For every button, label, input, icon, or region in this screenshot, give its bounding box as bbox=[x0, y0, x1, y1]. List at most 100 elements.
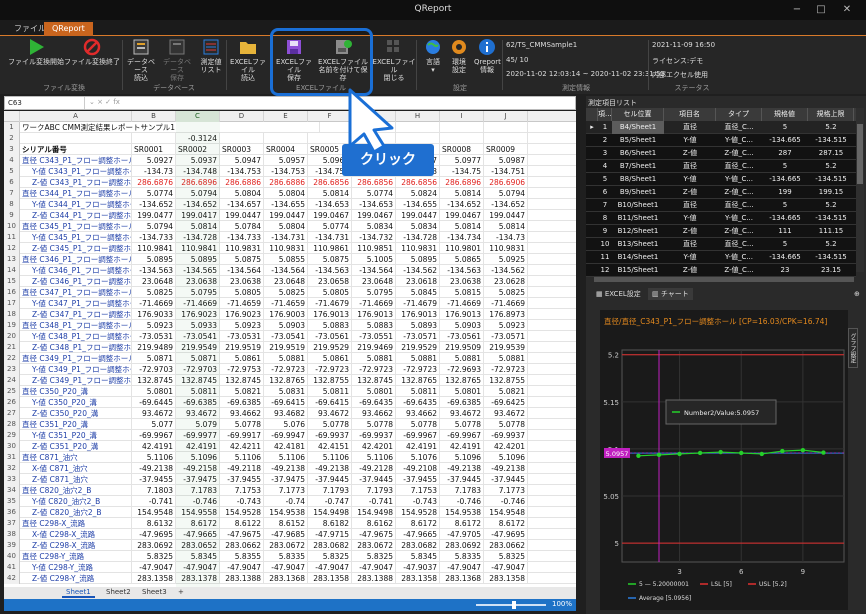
cell[interactable]: -0.3124 bbox=[176, 133, 220, 144]
cell[interactable]: 176.9013 bbox=[308, 309, 352, 320]
cell[interactable]: Z-値 C344_P1_フロー調整ホール bbox=[20, 210, 132, 221]
cell[interactable]: -0.746 bbox=[440, 496, 484, 507]
row-number[interactable]: 32 bbox=[4, 463, 20, 474]
cell[interactable]: 176.9013 bbox=[396, 309, 440, 320]
cell[interactable]: 5.0804 bbox=[220, 188, 264, 199]
cell[interactable]: 5.0824 bbox=[396, 188, 440, 199]
column-header-i[interactable]: I bbox=[440, 111, 484, 122]
cell[interactable]: 5.0937 bbox=[176, 155, 220, 166]
cell[interactable]: 5.0804 bbox=[264, 188, 308, 199]
cell[interactable]: 154.9548 bbox=[132, 507, 176, 518]
row-number[interactable]: 40 bbox=[4, 551, 20, 562]
cell[interactable]: 154.9528 bbox=[396, 507, 440, 518]
cell[interactable] bbox=[20, 133, 132, 144]
cell[interactable]: 110.9831 bbox=[220, 243, 264, 254]
zoom-slider-knob[interactable] bbox=[512, 601, 516, 609]
cell[interactable]: -69.6385 bbox=[440, 397, 484, 408]
cell[interactable]: 5.1076 bbox=[396, 452, 440, 463]
language-button[interactable]: 言語 ▾ bbox=[420, 38, 446, 82]
cell[interactable] bbox=[484, 122, 528, 133]
grid-row[interactable]: 7 B10/Sheet1 直径 直径_C... 5 5.2 bbox=[586, 199, 856, 212]
row-number[interactable]: 3 bbox=[4, 144, 20, 155]
cell[interactable]: -72.9723 bbox=[396, 364, 440, 375]
column-header-a[interactable]: A bbox=[20, 111, 132, 122]
cell[interactable]: 132.8745 bbox=[132, 375, 176, 386]
row-number[interactable]: 29 bbox=[4, 430, 20, 441]
cell[interactable]: 283.1358 bbox=[396, 573, 440, 584]
cell[interactable]: 5.0987 bbox=[484, 155, 528, 166]
row-number[interactable]: 18 bbox=[4, 309, 20, 320]
grid-row[interactable]: 12 B15/Sheet1 Z-値 Z-値_C... 23 23.15 bbox=[586, 264, 856, 277]
cell[interactable] bbox=[484, 133, 528, 144]
cell[interactable]: -0.741 bbox=[352, 496, 396, 507]
cell[interactable]: 5.0774 bbox=[132, 188, 176, 199]
cell[interactable]: 5.0923 bbox=[484, 320, 528, 331]
cell[interactable]: 93.4672 bbox=[308, 408, 352, 419]
cell[interactable]: -69.9967 bbox=[132, 430, 176, 441]
minimize-button[interactable]: − bbox=[786, 2, 808, 18]
cell[interactable]: 5.8325 bbox=[132, 551, 176, 562]
row-number[interactable]: 34 bbox=[4, 485, 20, 496]
cell[interactable]: 23.0618 bbox=[396, 276, 440, 287]
cell[interactable]: 23.0648 bbox=[264, 276, 308, 287]
cell[interactable]: 5.0821 bbox=[484, 386, 528, 397]
cell[interactable]: 5.0947 bbox=[220, 155, 264, 166]
grid-row[interactable]: 2 B5/Sheet1 Y-値 Y-値_C... -134.665 -134.515 bbox=[586, 134, 856, 147]
cell[interactable]: 5.1106 bbox=[264, 452, 308, 463]
cell[interactable]: 42.4211 bbox=[220, 441, 264, 452]
cell-reference-box[interactable]: C63 bbox=[5, 97, 85, 109]
cell[interactable]: SR0003 bbox=[220, 144, 264, 155]
report-title-cell[interactable]: ワークABC CMM測定結果レポートサンプル1 bbox=[20, 122, 320, 133]
cell[interactable]: -37.9445 bbox=[308, 474, 352, 485]
cell[interactable]: -134.563 bbox=[440, 265, 484, 276]
item-grid-hscrollbar[interactable] bbox=[594, 277, 854, 282]
cell[interactable]: -47.9695 bbox=[484, 529, 528, 540]
cell[interactable]: 199.0447 bbox=[220, 210, 264, 221]
cell[interactable]: 283.1358 bbox=[484, 573, 528, 584]
cell[interactable]: -69.9937 bbox=[308, 430, 352, 441]
cell[interactable]: 8.6172 bbox=[484, 518, 528, 529]
cell[interactable]: 直径 C347_P1_フロー調整ホール bbox=[20, 287, 132, 298]
cell[interactable]: 5.1096 bbox=[440, 452, 484, 463]
cell[interactable]: 5.0925 bbox=[484, 254, 528, 265]
cell[interactable]: -134.733 bbox=[132, 232, 176, 243]
cell[interactable]: 5.0895 bbox=[132, 254, 176, 265]
cell[interactable]: 5.0801 bbox=[440, 386, 484, 397]
cell[interactable]: Y-値 C351_P20_溝 bbox=[20, 430, 132, 441]
cell[interactable]: 5.0811 bbox=[176, 386, 220, 397]
chart-settings-side-tab[interactable]: グラフ設定 bbox=[848, 328, 858, 368]
cell[interactable]: 283.1368 bbox=[440, 573, 484, 584]
cell[interactable]: -134.652 bbox=[132, 199, 176, 210]
column-header-e[interactable]: E bbox=[264, 111, 308, 122]
grid-column-header[interactable]: 項... bbox=[598, 108, 612, 121]
cell[interactable]: 42.4191 bbox=[176, 441, 220, 452]
cell[interactable]: 219.9519 bbox=[220, 342, 264, 353]
cell[interactable]: -49.2138 bbox=[308, 463, 352, 474]
cell[interactable]: -49.2158 bbox=[176, 463, 220, 474]
grid-row[interactable]: 10 B13/Sheet1 直径 直径_C... 5 5.2 bbox=[586, 238, 856, 251]
cell[interactable]: 110.9861 bbox=[308, 243, 352, 254]
cell[interactable]: 8.6152 bbox=[264, 518, 308, 529]
cell[interactable]: 直径 C349_P1_フロー調整ホール bbox=[20, 353, 132, 364]
cell[interactable]: 286.6886 bbox=[264, 177, 308, 188]
grid-row[interactable]: 6 B9/Sheet1 Z-値 Z-値_C... 199 199.15 bbox=[586, 186, 856, 199]
row-number[interactable]: 36 bbox=[4, 507, 20, 518]
cell[interactable]: -134.731 bbox=[308, 232, 352, 243]
cell[interactable]: -47.9665 bbox=[396, 529, 440, 540]
cell[interactable]: 110.9831 bbox=[484, 243, 528, 254]
cell[interactable]: 5.0881 bbox=[264, 353, 308, 364]
cell[interactable]: 286.6906 bbox=[484, 177, 528, 188]
cell[interactable]: 5.0871 bbox=[176, 353, 220, 364]
grid-column-header[interactable]: 項目名 bbox=[664, 108, 716, 121]
cell[interactable]: 8.6172 bbox=[396, 518, 440, 529]
grid-column-header[interactable]: 規格上限 bbox=[808, 108, 854, 121]
cell[interactable]: Y-値 C343_P1_フロー調整ホール bbox=[20, 166, 132, 177]
cell[interactable]: -47.9047 bbox=[176, 562, 220, 573]
cell[interactable]: -69.9937 bbox=[352, 430, 396, 441]
cell[interactable]: 8.6122 bbox=[220, 518, 264, 529]
cell[interactable]: -134.655 bbox=[264, 199, 308, 210]
cell[interactable]: 286.6856 bbox=[396, 177, 440, 188]
cell[interactable]: -37.9455 bbox=[132, 474, 176, 485]
cell[interactable]: 5.0881 bbox=[352, 353, 396, 364]
select-all-corner[interactable] bbox=[4, 111, 20, 122]
